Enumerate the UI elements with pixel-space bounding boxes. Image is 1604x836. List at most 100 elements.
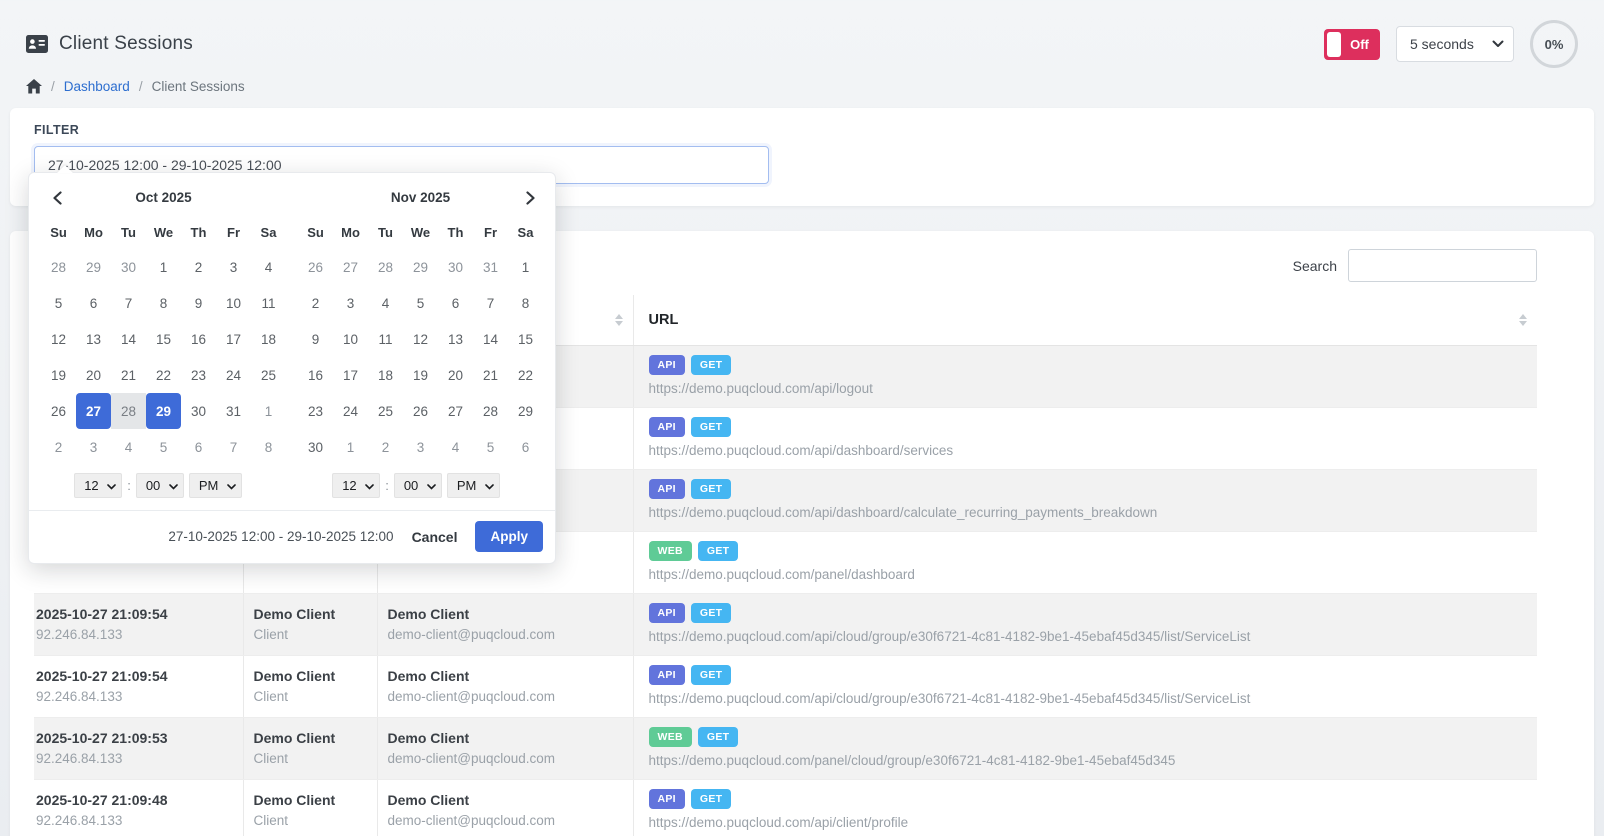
calendar-day[interactable]: 13 bbox=[76, 321, 111, 357]
calendar-day[interactable]: 14 bbox=[473, 321, 508, 357]
start-hour-select[interactable]: 12 bbox=[74, 473, 122, 498]
end-hour-select[interactable]: 12 bbox=[332, 473, 380, 498]
calendar-day[interactable]: 25 bbox=[251, 357, 286, 393]
calendar-day[interactable]: 16 bbox=[181, 321, 216, 357]
calendar-day[interactable]: 7 bbox=[473, 285, 508, 321]
start-minute-select[interactable]: 00 bbox=[136, 473, 184, 498]
calendar-day[interactable]: 5 bbox=[41, 285, 76, 321]
apply-button[interactable]: Apply bbox=[475, 521, 543, 552]
calendar-day[interactable]: 10 bbox=[333, 321, 368, 357]
calendar-day[interactable]: 7 bbox=[111, 285, 146, 321]
end-ampm-select[interactable]: PM bbox=[447, 473, 500, 498]
calendar-day[interactable]: 30 bbox=[111, 249, 146, 285]
calendar-day[interactable]: 6 bbox=[76, 285, 111, 321]
calendar-day[interactable]: 14 bbox=[111, 321, 146, 357]
calendar-day[interactable]: 5 bbox=[403, 285, 438, 321]
calendar-day[interactable]: 1 bbox=[333, 429, 368, 465]
calendar-day[interactable]: 3 bbox=[333, 285, 368, 321]
next-month-button[interactable] bbox=[520, 187, 541, 212]
calendar-day[interactable]: 3 bbox=[76, 429, 111, 465]
calendar-day[interactable]: 2 bbox=[298, 285, 333, 321]
calendar-day[interactable]: 8 bbox=[146, 285, 181, 321]
end-minute-select[interactable]: 00 bbox=[394, 473, 442, 498]
calendar-day[interactable]: 23 bbox=[181, 357, 216, 393]
auto-refresh-toggle[interactable]: Off bbox=[1324, 29, 1380, 60]
calendar-day[interactable]: 3 bbox=[403, 429, 438, 465]
sort-icon[interactable] bbox=[1519, 314, 1527, 326]
calendar-day[interactable]: 20 bbox=[76, 357, 111, 393]
calendar-day[interactable]: 5 bbox=[473, 429, 508, 465]
calendar-day[interactable]: 19 bbox=[403, 357, 438, 393]
calendar-day[interactable]: 23 bbox=[298, 393, 333, 429]
calendar-day[interactable]: 21 bbox=[111, 357, 146, 393]
calendar-day[interactable]: 8 bbox=[251, 429, 286, 465]
sort-icon[interactable] bbox=[615, 314, 623, 326]
calendar-day[interactable]: 28 bbox=[41, 249, 76, 285]
calendar-day[interactable]: 20 bbox=[438, 357, 473, 393]
calendar-day[interactable]: 18 bbox=[251, 321, 286, 357]
calendar-day[interactable]: 24 bbox=[333, 393, 368, 429]
calendar-day[interactable]: 28 bbox=[368, 249, 403, 285]
prev-month-button[interactable] bbox=[47, 187, 68, 212]
calendar-day[interactable]: 1 bbox=[508, 249, 543, 285]
calendar-day[interactable]: 6 bbox=[181, 429, 216, 465]
calendar-day[interactable]: 1 bbox=[251, 393, 286, 429]
calendar-day[interactable]: 21 bbox=[473, 357, 508, 393]
refresh-interval-select[interactable]: 5 seconds bbox=[1396, 26, 1514, 62]
calendar-day[interactable]: 25 bbox=[368, 393, 403, 429]
calendar-day[interactable]: 6 bbox=[438, 285, 473, 321]
calendar-day[interactable]: 24 bbox=[216, 357, 251, 393]
calendar-day[interactable]: 27 bbox=[333, 249, 368, 285]
calendar-day[interactable]: 3 bbox=[216, 249, 251, 285]
calendar-day[interactable]: 8 bbox=[508, 285, 543, 321]
calendar-day[interactable]: 11 bbox=[368, 321, 403, 357]
calendar-day[interactable]: 15 bbox=[146, 321, 181, 357]
calendar-day[interactable]: 22 bbox=[508, 357, 543, 393]
calendar-day[interactable]: 13 bbox=[438, 321, 473, 357]
calendar-day[interactable]: 4 bbox=[251, 249, 286, 285]
calendar-day[interactable]: 16 bbox=[298, 357, 333, 393]
calendar-day[interactable]: 26 bbox=[298, 249, 333, 285]
calendar-day[interactable]: 2 bbox=[368, 429, 403, 465]
calendar-day[interactable]: 4 bbox=[368, 285, 403, 321]
calendar-day[interactable]: 9 bbox=[181, 285, 216, 321]
calendar-day[interactable]: 31 bbox=[216, 393, 251, 429]
calendar-day[interactable]: 18 bbox=[368, 357, 403, 393]
calendar-day[interactable]: 17 bbox=[216, 321, 251, 357]
calendar-day[interactable]: 17 bbox=[333, 357, 368, 393]
calendar-day[interactable]: 2 bbox=[181, 249, 216, 285]
calendar-day[interactable]: 30 bbox=[181, 393, 216, 429]
calendar-day[interactable]: 2 bbox=[41, 429, 76, 465]
calendar-day[interactable]: 31 bbox=[473, 249, 508, 285]
calendar-day[interactable]: 29 bbox=[508, 393, 543, 429]
calendar-day[interactable]: 27 bbox=[438, 393, 473, 429]
calendar-day[interactable]: 19 bbox=[41, 357, 76, 393]
calendar-day[interactable]: 6 bbox=[508, 429, 543, 465]
calendar-day[interactable]: 12 bbox=[41, 321, 76, 357]
calendar-day[interactable]: 15 bbox=[508, 321, 543, 357]
calendar-day[interactable]: 22 bbox=[146, 357, 181, 393]
calendar-day[interactable]: 10 bbox=[216, 285, 251, 321]
calendar-day[interactable]: 4 bbox=[111, 429, 146, 465]
calendar-day[interactable]: 5 bbox=[146, 429, 181, 465]
calendar-day[interactable]: 30 bbox=[298, 429, 333, 465]
calendar-day[interactable]: 4 bbox=[438, 429, 473, 465]
calendar-day[interactable]: 26 bbox=[41, 393, 76, 429]
start-ampm-select[interactable]: PM bbox=[189, 473, 242, 498]
calendar-day[interactable]: 30 bbox=[438, 249, 473, 285]
calendar-day[interactable]: 28 bbox=[111, 393, 146, 429]
calendar-day[interactable]: 9 bbox=[298, 321, 333, 357]
calendar-day[interactable]: 26 bbox=[403, 393, 438, 429]
search-input[interactable] bbox=[1348, 249, 1537, 282]
calendar-day[interactable]: 29 bbox=[403, 249, 438, 285]
calendar-day[interactable]: 29 bbox=[146, 393, 181, 429]
breadcrumb-link-dashboard[interactable]: Dashboard bbox=[64, 79, 130, 94]
cancel-button[interactable]: Cancel bbox=[412, 529, 458, 545]
calendar-day[interactable]: 28 bbox=[473, 393, 508, 429]
calendar-day[interactable]: 29 bbox=[76, 249, 111, 285]
calendar-day[interactable]: 11 bbox=[251, 285, 286, 321]
calendar-day[interactable]: 7 bbox=[216, 429, 251, 465]
calendar-day[interactable]: 12 bbox=[403, 321, 438, 357]
calendar-day[interactable]: 27 bbox=[76, 393, 111, 429]
calendar-day[interactable]: 1 bbox=[146, 249, 181, 285]
